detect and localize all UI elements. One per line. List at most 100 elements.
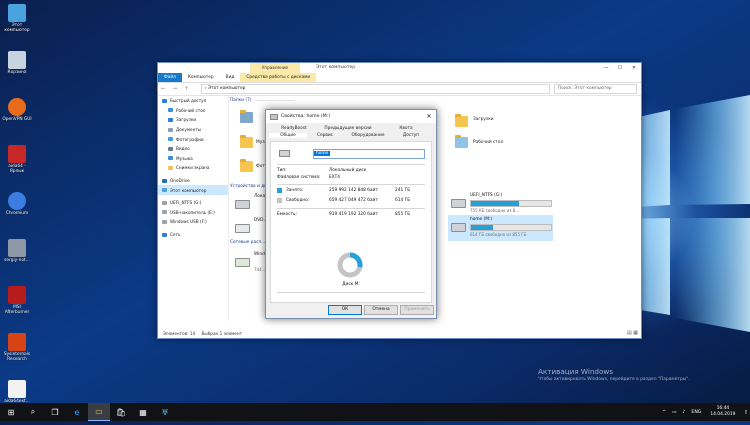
apply-button[interactable]: Применить bbox=[400, 305, 434, 315]
tab-previous-versions[interactable]: Предыдущие версии bbox=[318, 126, 378, 131]
drive-icon bbox=[451, 199, 466, 208]
sidebar-item[interactable]: Загрузки bbox=[158, 115, 228, 125]
sidebar-item[interactable]: Сеть bbox=[158, 230, 228, 240]
dialog-close-button[interactable]: ✕ bbox=[422, 113, 436, 120]
capacity-row: Емкость: 919 419 192 320 байт 855 ГБ bbox=[277, 212, 411, 217]
tab-computer[interactable]: Компьютер bbox=[182, 73, 220, 82]
desktop-icon[interactable]: Chromium bbox=[2, 190, 32, 232]
notifications-icon[interactable]: ▯ bbox=[744, 410, 747, 415]
system-tray: ^ ▭ ♪ ENG 16:44 14.04.2019 ▯ bbox=[659, 406, 750, 417]
download-icon bbox=[168, 117, 173, 122]
task-view-icon[interactable]: ❐ bbox=[44, 403, 66, 421]
maximize-button[interactable]: ☐ bbox=[613, 63, 627, 73]
close-button[interactable]: ✕ bbox=[627, 63, 641, 73]
group-folders[interactable]: Папки (7) bbox=[230, 98, 294, 103]
search-input[interactable]: Поиск: Этот компьютер bbox=[554, 84, 637, 94]
address-path[interactable]: › Этот компьютер bbox=[201, 84, 550, 94]
type-row: Тип: Локальный диск bbox=[277, 168, 367, 173]
chromium-icon bbox=[8, 192, 26, 210]
drive-uefi-ntfs[interactable]: UEFI_NTFS (G:) 755 КБ свободно из 8... bbox=[448, 191, 553, 217]
desktop-icon[interactable]: aida64 - Ярлык bbox=[2, 143, 32, 185]
drive-usage-bar bbox=[470, 200, 552, 207]
sidebar-item[interactable]: OneDrive bbox=[158, 176, 228, 186]
desktop-icon[interactable]: Sysinternals Research bbox=[2, 331, 32, 373]
drive-home-m[interactable]: home (M:) 614 ГБ свободно из 855 ГБ bbox=[448, 215, 553, 241]
sidebar-item[interactable]: Этот компьютер bbox=[158, 185, 228, 195]
network-icon bbox=[162, 232, 167, 237]
store-icon[interactable]: 🛍 bbox=[110, 403, 132, 421]
language-indicator[interactable]: ENG bbox=[691, 410, 701, 415]
usb-drive-icon bbox=[162, 219, 167, 224]
group-network[interactable]: Сетевые расп... bbox=[230, 240, 310, 245]
sidebar-item[interactable]: Windows USB (F:) bbox=[158, 217, 228, 227]
explorer-titlebar[interactable]: Управление Этот компьютер — ☐ ✕ bbox=[158, 63, 641, 73]
edge-icon[interactable]: e bbox=[66, 403, 88, 421]
desktop-icon bbox=[168, 108, 173, 113]
desktop-icon[interactable]: OpenVPN GUI bbox=[2, 96, 32, 138]
app-icon[interactable]: ▦ bbox=[132, 403, 154, 421]
sidebar-item[interactable]: Рабочий стол bbox=[158, 106, 228, 116]
sidebar-item[interactable]: UEFI_NTFS (G:) bbox=[158, 198, 228, 208]
tab-quota[interactable]: Квота bbox=[386, 126, 426, 131]
clock[interactable]: 16:44 14.04.2019 bbox=[710, 406, 735, 417]
filesystem-row: Файловая система: EXT4 bbox=[277, 175, 340, 180]
drive-icon bbox=[451, 223, 466, 232]
desktop-icon[interactable]: Корзина bbox=[2, 49, 32, 91]
file-explorer-icon[interactable]: ▭ bbox=[88, 403, 110, 421]
sidebar-item[interactable]: USB-накопитель (E:) bbox=[158, 208, 228, 218]
start-button[interactable]: ⊞ bbox=[0, 403, 22, 421]
tab-file[interactable]: Файл bbox=[158, 73, 182, 82]
tab-tools[interactable]: Сервис bbox=[310, 133, 340, 138]
dvd-drive-icon bbox=[235, 224, 250, 233]
tab-sharing[interactable]: Доступ bbox=[394, 133, 428, 138]
drive-dvd[interactable]: DVD... bbox=[232, 216, 268, 242]
activation-watermark: Активация Windows Чтобы активировать Win… bbox=[538, 367, 690, 382]
address-bar-row: ← → ↑ › Этот компьютер Поиск: Этот компь… bbox=[158, 83, 641, 96]
free-space-swatch bbox=[277, 198, 282, 203]
cancel-button[interactable]: Отмена bbox=[364, 305, 398, 315]
tab-general[interactable]: Общие bbox=[269, 133, 307, 138]
sidebar-item[interactable]: Снимки экрана bbox=[158, 163, 228, 173]
openvpn-icon bbox=[8, 98, 26, 116]
folder-label[interactable]: Рабочий стол bbox=[473, 140, 503, 145]
used-space-swatch bbox=[277, 188, 282, 193]
folder-label[interactable]: Загрузки bbox=[473, 117, 494, 122]
minimize-button[interactable]: — bbox=[599, 63, 613, 73]
dialog-titlebar[interactable]: Свойства: home (M:) ✕ bbox=[266, 110, 436, 123]
drive-icon bbox=[270, 113, 278, 120]
general-tab-panel: home Тип: Локальный диск Файловая система… bbox=[270, 141, 432, 303]
nav-arrows-icon[interactable]: ← → ↑ bbox=[158, 86, 201, 92]
volume-name-input[interactable]: home bbox=[313, 149, 425, 159]
drive-local[interactable]: Лока... bbox=[232, 192, 269, 218]
video-icon bbox=[168, 146, 173, 151]
desktop-folder-icon bbox=[455, 135, 468, 148]
pictures-folder-icon bbox=[240, 159, 253, 172]
recycle-bin-icon bbox=[8, 51, 26, 69]
desktop-icon[interactable]: sergiy-not... bbox=[2, 237, 32, 279]
aida64-icon bbox=[8, 145, 26, 163]
ok-button[interactable]: ОК bbox=[328, 305, 362, 315]
drive-icon bbox=[162, 200, 167, 205]
volume-icon[interactable]: ♪ bbox=[682, 410, 685, 415]
free-space-row: Свободно: 659 427 049 472 байт 614 ГБ bbox=[277, 198, 427, 204]
music-folder-icon bbox=[240, 135, 253, 148]
drive-windows-usb[interactable]: Windo... 744... bbox=[232, 250, 271, 276]
tab-readyboost[interactable]: ReadyBoost bbox=[274, 126, 314, 131]
desktop-icon[interactable]: Этот компьютер bbox=[2, 2, 32, 44]
tab-hardware[interactable]: Оборудование bbox=[348, 133, 388, 138]
network-icon[interactable]: ▭ bbox=[672, 410, 676, 415]
sidebar-item[interactable]: Документы bbox=[158, 125, 228, 135]
desktop-icon[interactable]: MSI Afterburner bbox=[2, 284, 32, 326]
sidebar-item[interactable]: Фотографии bbox=[158, 134, 228, 144]
tray-chevron-icon[interactable]: ^ bbox=[662, 410, 666, 415]
usb-drive-icon bbox=[162, 210, 167, 215]
tab-view[interactable]: Вид bbox=[220, 73, 241, 82]
sidebar-item[interactable]: Видео bbox=[158, 144, 228, 154]
view-toggle-icon[interactable]: ▤ ▦ bbox=[627, 329, 638, 337]
search-icon[interactable]: ⌕ bbox=[22, 403, 44, 421]
ribbon-context-tab[interactable]: Управление bbox=[250, 63, 300, 73]
sidebar-item[interactable]: Быстрый доступ bbox=[158, 96, 228, 106]
tab-drive-tools[interactable]: Средства работы с дисками bbox=[240, 73, 317, 82]
afterburner-icon[interactable]: ♅ bbox=[154, 403, 176, 421]
sidebar-item[interactable]: Музыка bbox=[158, 154, 228, 164]
